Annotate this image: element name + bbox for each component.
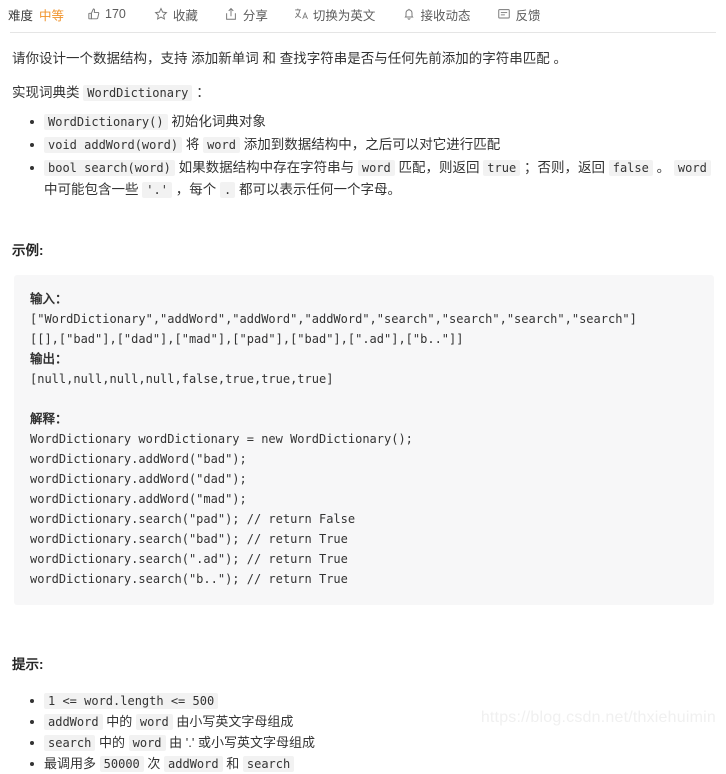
- like-count: 170: [105, 7, 126, 21]
- subscribe-button[interactable]: 接收动态: [401, 5, 470, 24]
- api-addword-param: word: [203, 137, 240, 153]
- hint-3-text-1: 次: [147, 756, 161, 771]
- api-search-t5: 中可能包含一些: [44, 182, 139, 197]
- translate-button[interactable]: 切换为英文: [294, 5, 376, 24]
- hints-list: 1 <= word.length <= 500 addWord 中的 word …: [12, 691, 714, 774]
- api-search-c5: '.': [142, 182, 172, 198]
- implement-prefix: 实现词典类: [12, 85, 80, 100]
- explanation-line-7: wordDictionary.search("b.."); // return …: [30, 572, 348, 586]
- hints-title: 提示:: [12, 657, 44, 672]
- api-addword-text-b: 添加到数据结构中，之后可以对它进行匹配: [243, 137, 501, 152]
- examples-section: 示例: 输入： ["WordDictionary","addWord","add…: [12, 239, 714, 605]
- hint-3-code-2: addWord: [164, 756, 223, 772]
- api-search-code: bool search(word): [44, 160, 175, 176]
- api-search-c1: word: [357, 160, 395, 176]
- list-item: 1 <= word.length <= 500: [30, 691, 714, 711]
- star-icon: [154, 7, 169, 22]
- list-item: bool search(word) 如果数据结构中存在字符串与 word 匹配，…: [30, 157, 714, 201]
- hint-1-code-2: word: [135, 714, 173, 730]
- subscribe-label: 接收动态: [420, 8, 471, 23]
- examples-title: 示例:: [12, 243, 44, 258]
- example-code-block: 输入： ["WordDictionary","addWord","addWord…: [14, 275, 714, 605]
- hint-2-code-1: search: [44, 735, 96, 751]
- api-search-c3: false: [608, 160, 653, 176]
- translate-label: 切换为英文: [312, 8, 376, 23]
- translate-icon: [294, 7, 309, 22]
- hint-1-text-1: 中的: [106, 714, 133, 729]
- action-bar: 难度 中等 170 收藏 分享 切换为英文 接收动态 反馈: [0, 0, 726, 28]
- api-list: WordDictionary() 初始化词典对象 void addWord(wo…: [12, 111, 714, 201]
- share-button[interactable]: 分享: [224, 5, 268, 24]
- explanation-line-5: wordDictionary.search("bad"); // return …: [30, 532, 348, 546]
- api-addword-code: void addWord(word): [44, 137, 183, 153]
- feedback-button[interactable]: 反馈: [496, 5, 540, 24]
- explanation-line-6: wordDictionary.search(".ad"); // return …: [30, 552, 348, 566]
- hint-3-code-1: 50000: [99, 756, 144, 772]
- list-item: addWord 中的 word 由小写英文字母组成: [30, 712, 714, 732]
- input-label: 输入：: [30, 292, 68, 306]
- like-button[interactable]: 170: [86, 7, 126, 22]
- share-label: 分享: [242, 8, 268, 23]
- favorite-button[interactable]: 收藏: [154, 5, 198, 24]
- explanation-line-1: wordDictionary.addWord("bad");: [30, 452, 247, 466]
- hints-section: 提示: 1 <= word.length <= 500 addWord 中的 w…: [12, 653, 714, 774]
- explanation-line-3: wordDictionary.addWord("mad");: [30, 492, 247, 506]
- hint-3-text-0: 最调用多: [44, 756, 97, 771]
- difficulty-label: 难度: [8, 8, 34, 23]
- problem-intro: 请你设计一个数据结构，支持 添加新单词 和 查找字符串是否与任何先前添加的字符串…: [12, 51, 568, 66]
- api-search-t1: 如果数据结构中存在字符串与: [178, 160, 355, 175]
- favorite-label: 收藏: [172, 8, 198, 23]
- api-constructor-code: WordDictionary(): [44, 114, 168, 130]
- feedback-label: 反馈: [515, 8, 541, 23]
- api-addword-text-a: 将: [185, 137, 200, 152]
- list-item: void addWord(word) 将 word 添加到数据结构中，之后可以对…: [30, 134, 714, 156]
- input-line-1: [[],["bad"],["dad"],["mad"],["pad"],["ba…: [30, 332, 464, 346]
- problem-content: 请你设计一个数据结构，支持 添加新单词 和 查找字符串是否与任何先前添加的字符串…: [0, 49, 726, 774]
- hint-0-code-1: 1 <= word.length <= 500: [44, 693, 219, 709]
- list-item: 最调用多 50000 次 addWord 和 search: [30, 754, 714, 774]
- implement-line: 实现词典类 WordDictionary ：: [12, 83, 714, 103]
- explanation-line-2: wordDictionary.addWord("dad");: [30, 472, 247, 486]
- api-constructor-text: 初始化词典对象: [171, 114, 266, 129]
- api-search-c2: true: [483, 160, 521, 176]
- hint-2-text-2: 由 '.' 或小写英文字母组成: [169, 735, 315, 750]
- output-line-0: [null,null,null,null,false,true,true,tru…: [30, 372, 334, 386]
- output-label: 输出：: [30, 352, 68, 366]
- explanation-label: 解释：: [30, 412, 68, 426]
- input-line-0: ["WordDictionary","addWord","addWord","a…: [30, 312, 637, 326]
- api-search-t7: 都可以表示任何一个字母。: [238, 182, 401, 197]
- hint-1-text-2: 由小写英文字母组成: [176, 714, 294, 729]
- api-search-t3: ；否则，返回: [523, 160, 605, 175]
- api-search-t4: 。: [656, 160, 671, 175]
- header-divider: [10, 32, 716, 33]
- hint-1-code-1: addWord: [44, 714, 103, 730]
- list-item: search 中的 word 由 '.' 或小写英文字母组成: [30, 733, 714, 753]
- api-search-t2: 匹配，则返回: [398, 160, 480, 175]
- hint-2-text-1: 中的: [98, 735, 125, 750]
- bell-icon: [401, 7, 416, 22]
- list-item: WordDictionary() 初始化词典对象: [30, 111, 714, 133]
- hint-3-code-3: search: [242, 756, 295, 772]
- api-search-t6: ，每个: [175, 182, 217, 197]
- api-search-c4: word: [673, 160, 711, 176]
- class-name-code: WordDictionary: [83, 85, 193, 101]
- implement-suffix: ：: [196, 85, 210, 100]
- hint-3-text-2: 和: [226, 756, 240, 771]
- thumbs-up-icon: [86, 7, 101, 22]
- share-icon: [224, 7, 239, 22]
- feedback-icon: [496, 7, 511, 22]
- difficulty-value: 中等: [39, 8, 65, 23]
- explanation-line-0: WordDictionary wordDictionary = new Word…: [30, 432, 413, 446]
- api-search-c6: .: [219, 182, 236, 198]
- hint-2-code-2: word: [128, 735, 166, 751]
- explanation-line-4: wordDictionary.search("pad"); // return …: [30, 512, 356, 526]
